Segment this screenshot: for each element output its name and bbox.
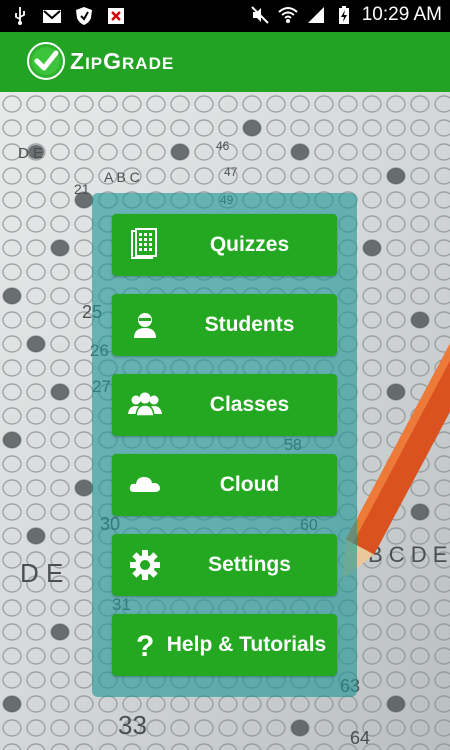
svg-text:?: ? — [136, 630, 154, 662]
usb-icon — [15, 7, 25, 25]
app-title: ZIPGRADE — [70, 48, 174, 75]
svg-text:A B C: A B C — [104, 169, 140, 185]
status-time: 10:29 AM — [361, 4, 442, 25]
shield-icon — [76, 7, 92, 25]
svg-text:D E: D E — [18, 145, 43, 162]
quizzes-label: Quizzes — [209, 233, 290, 256]
classes-label: Classes — [209, 393, 290, 416]
svg-text:B C D E: B C D E — [368, 542, 447, 567]
student-icon — [134, 313, 156, 338]
svg-text:46: 46 — [216, 139, 230, 153]
gmail-icon — [43, 10, 61, 23]
settings-label: Settings — [208, 553, 291, 576]
svg-text:64: 64 — [350, 728, 370, 748]
quiz-icon — [131, 228, 157, 259]
students-button[interactable]: Students — [112, 294, 337, 356]
wifi-icon — [278, 7, 298, 23]
mute-icon — [251, 6, 269, 24]
gear-icon — [130, 550, 160, 580]
svg-text:47: 47 — [224, 165, 238, 179]
cloud-icon — [129, 477, 160, 492]
quizzes-button[interactable]: Quizzes — [112, 214, 337, 276]
help-tutorials-label: Help & Tutorials — [166, 633, 327, 656]
classes-icon — [128, 392, 162, 417]
students-label: Students — [204, 313, 295, 336]
app-title-z: Z — [70, 48, 86, 74]
svg-text:D E: D E — [20, 558, 63, 588]
app-title-rade: RADE — [122, 54, 175, 73]
app-title-ip: IP — [85, 54, 104, 73]
help-tutorials-button[interactable]: ? Help & Tutorials — [112, 614, 337, 676]
cloud-button[interactable]: Cloud — [112, 454, 337, 516]
zipgrade-logo-icon — [27, 42, 65, 80]
main-menu-panel: Quizzes Students Classes Cloud Settings … — [92, 193, 357, 697]
signal-icon — [307, 7, 324, 23]
battery-charging-icon — [338, 6, 349, 24]
status-bar: 10:29 AM — [0, 0, 450, 32]
classes-button[interactable]: Classes — [112, 374, 337, 436]
app-title-g: G — [103, 48, 123, 74]
svg-text:21: 21 — [74, 181, 90, 197]
settings-button[interactable]: Settings — [112, 534, 337, 596]
cloud-label: Cloud — [219, 473, 280, 496]
app-bar: ZIPGRADE — [0, 32, 450, 93]
svg-text:33: 33 — [118, 710, 147, 740]
close-box-icon — [108, 8, 124, 24]
